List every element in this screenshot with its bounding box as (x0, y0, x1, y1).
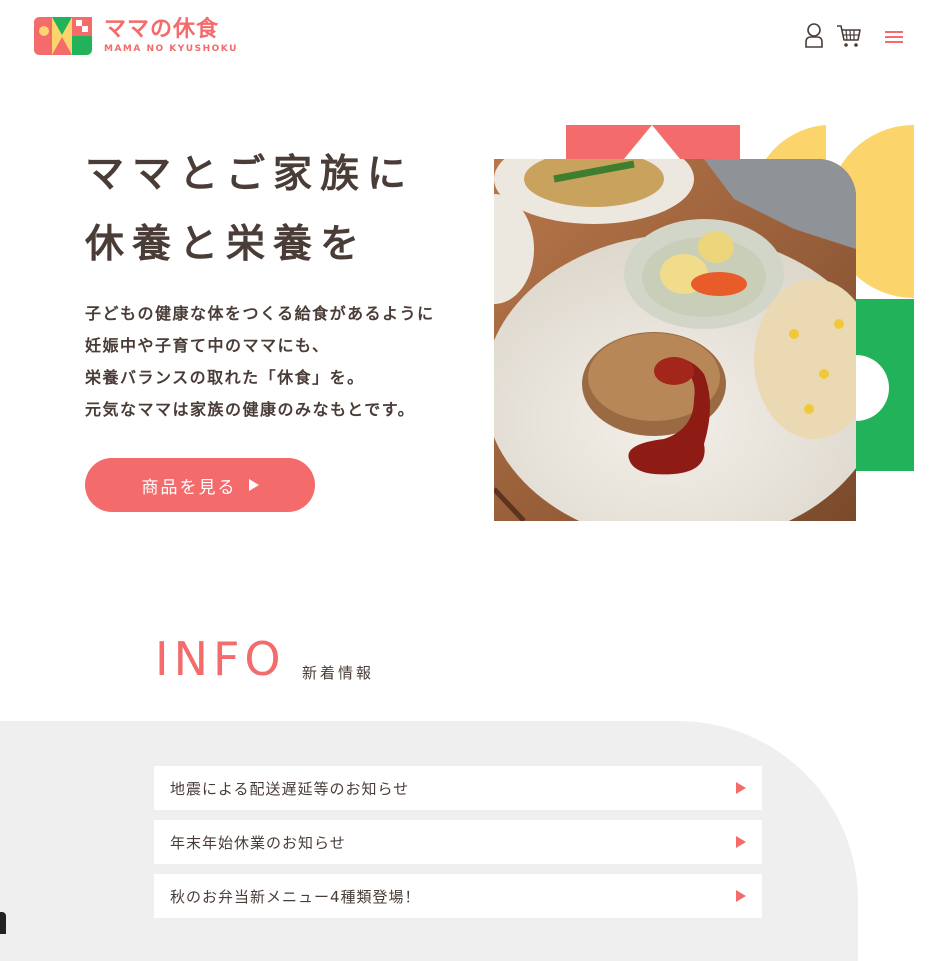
edge-widget[interactable] (0, 912, 6, 934)
news-item[interactable]: 地震による配送遅延等のお知らせ (154, 766, 762, 810)
arrow-right-icon (736, 782, 746, 794)
view-products-label: 商品を見る (141, 477, 237, 498)
hero-desc-line: 子どもの健康な体をつくる給食があるように (85, 304, 435, 323)
news-item-label: 秋のお弁当新メニュー4種類登場！ (170, 887, 421, 906)
news-item[interactable]: 秋のお弁当新メニュー4種類登場！ (154, 874, 762, 918)
info-subtitle: 新着情報 (302, 664, 375, 682)
arrow-right-icon (736, 890, 746, 902)
cart-icon[interactable] (836, 24, 862, 52)
play-arrow-icon (248, 479, 259, 491)
logo-title: ママの休食 (104, 17, 220, 42)
hero-desc-line: 栄養バランスの取れた「休食」を。 (85, 368, 365, 387)
meal-photo (494, 159, 856, 521)
news-item-label: 地震による配送遅延等のお知らせ (170, 779, 410, 798)
hero-description: 子どもの健康な体をつくる給食があるように 妊娠中や子育て中のママにも、 栄養バラ… (85, 298, 435, 426)
hero-title-line1: ママとご家族に (85, 152, 415, 197)
info-title: INFO (155, 632, 286, 686)
hamburger-menu-icon[interactable] (885, 29, 903, 48)
hero-visual (494, 125, 914, 521)
site-logo[interactable]: ママの休食 MAMA NO KYUSHOKU (34, 17, 238, 55)
hero-desc-line: 妊娠中や子育て中のママにも、 (85, 336, 330, 355)
hero-title: ママとご家族に 休養と栄養を (85, 140, 414, 280)
user-icon[interactable] (804, 22, 824, 52)
news-item-label: 年末年始休業のお知らせ (170, 833, 346, 852)
news-item[interactable]: 年末年始休業のお知らせ (154, 820, 762, 864)
hero-title-line2: 休養と栄養を (85, 222, 368, 267)
view-products-button[interactable]: 商品を見る (85, 458, 315, 512)
hero-desc-line: 元気なママは家族の健康のみなもとです。 (85, 400, 416, 419)
logo-subtitle: MAMA NO KYUSHOKU (104, 44, 238, 54)
arrow-right-icon (736, 836, 746, 848)
logo-mark-icon (34, 17, 92, 55)
